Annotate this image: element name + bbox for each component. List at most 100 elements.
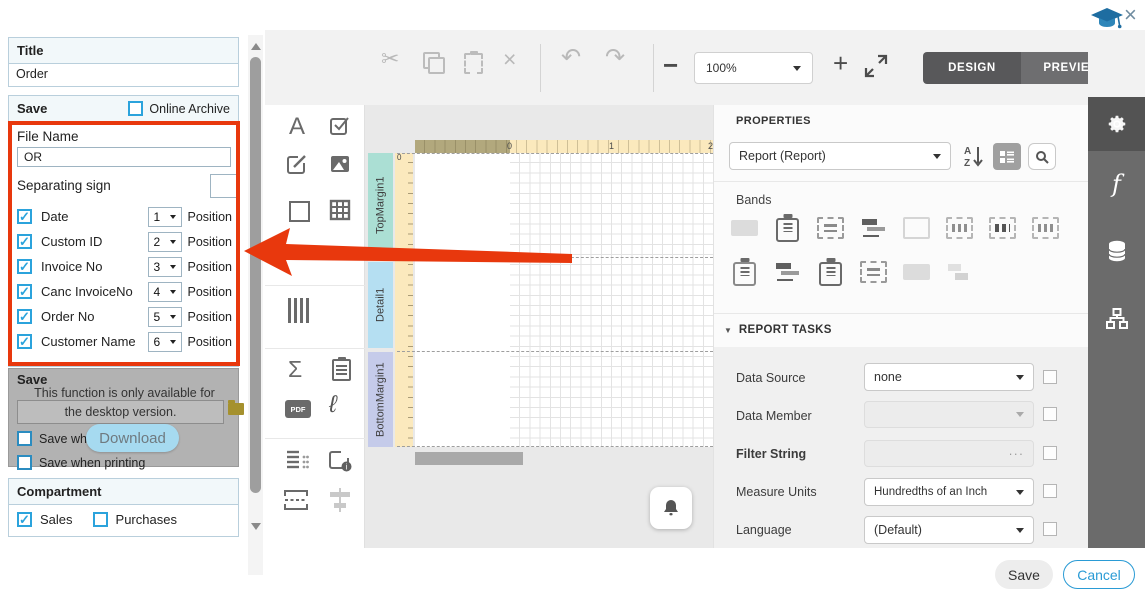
customer-name-checkbox[interactable]: ✓ <box>17 334 32 349</box>
measure-units-select[interactable]: Hundredths of an Inch <box>864 478 1034 506</box>
bell-icon <box>661 498 681 518</box>
order-no-position-select[interactable]: 5 <box>148 307 182 327</box>
cut-icon[interactable]: ✂ <box>381 48 399 70</box>
line-tool-icon[interactable] <box>293 245 311 248</box>
data-source-checkbox[interactable] <box>1043 370 1057 384</box>
sales-checkbox[interactable]: ✓ <box>17 512 32 527</box>
compartment-header: Compartment <box>9 479 238 505</box>
page-break-tool-icon[interactable] <box>283 488 309 512</box>
design-tab[interactable]: DESIGN <box>923 52 1021 84</box>
rail-tab-report-tree[interactable] <box>1088 285 1145 353</box>
fullscreen-icon[interactable] <box>863 53 889 79</box>
scrollbar-thumb[interactable] <box>250 57 261 493</box>
chevron-down-icon <box>170 240 176 244</box>
language-select[interactable]: (Default) <box>864 516 1034 544</box>
save-when-saving-checkbox[interactable]: ✓ <box>17 431 32 446</box>
custom-id-position-select[interactable]: 2 <box>148 232 182 252</box>
band-report-footer-icon[interactable] <box>731 261 758 283</box>
band-label-topmargin[interactable]: TopMargin1 <box>368 153 393 257</box>
rich-text-tool-icon[interactable] <box>286 153 308 175</box>
shape-tool-icon[interactable] <box>289 201 310 222</box>
info-panel-tool-icon[interactable]: i <box>328 448 352 472</box>
zoom-level-select[interactable]: 100% <box>694 52 813 84</box>
checkbox-tool-icon[interactable] <box>329 115 351 137</box>
band-label-detail[interactable]: Detail1 <box>368 262 393 348</box>
canvas-hscrollbar-thumb[interactable] <box>415 452 523 465</box>
band-column-footer-icon[interactable] <box>989 217 1016 239</box>
redo-icon[interactable]: ↷ <box>605 46 625 70</box>
notifications-button[interactable] <box>650 487 692 529</box>
customer-name-position-select[interactable]: 6 <box>148 332 182 352</box>
sidebar-scrollbar[interactable] <box>248 35 263 575</box>
order-no-checkbox[interactable]: ✓ <box>17 309 32 324</box>
invoice-no-checkbox[interactable]: ✓ <box>17 259 32 274</box>
canc-invoiceno-checkbox[interactable]: ✓ <box>17 284 32 299</box>
chevron-down-icon <box>1016 375 1024 380</box>
band-group-header-icon[interactable] <box>860 217 887 239</box>
category-view-button[interactable] <box>993 143 1021 170</box>
scroll-up-icon[interactable] <box>251 43 261 50</box>
report-tasks-header[interactable]: ▼ REPORT TASKS <box>724 324 832 336</box>
design-canvas[interactable]: 0 1 2 TopMargin1 Detail1 BottomMargin1 0 <box>365 105 713 548</box>
file-name-input[interactable]: OR <box>17 147 231 167</box>
date-position-select[interactable]: 1 <box>148 207 182 227</box>
ellipsis-button[interactable]: ··· <box>1009 447 1025 461</box>
data-member-checkbox[interactable] <box>1043 407 1057 421</box>
save-button[interactable]: Save <box>995 560 1053 589</box>
zoom-in-icon[interactable]: + <box>833 48 848 79</box>
search-icon <box>1035 150 1049 164</box>
band-page-header-icon[interactable] <box>774 217 801 239</box>
close-icon[interactable]: × <box>1124 2 1137 28</box>
sort-az-icon[interactable]: A Z <box>960 143 986 169</box>
image-tool-icon[interactable] <box>329 153 351 175</box>
purchases-checkbox[interactable]: ✓ <box>93 512 108 527</box>
invoice-no-position-select[interactable]: 3 <box>148 257 182 277</box>
canc-invoiceno-position-select[interactable]: 4 <box>148 282 182 302</box>
custom-id-checkbox[interactable]: ✓ <box>17 234 32 249</box>
undo-icon[interactable]: ↶ <box>561 46 581 70</box>
band-empty-band-icon[interactable] <box>860 261 887 283</box>
band-separator-2[interactable] <box>397 351 713 352</box>
text-tool-icon[interactable]: A <box>289 113 305 141</box>
pdf-tool-icon[interactable]: PDF <box>285 400 311 418</box>
search-properties-button[interactable] <box>1028 143 1056 170</box>
date-checkbox[interactable]: ✓ <box>17 209 32 224</box>
band-group-footer-icon[interactable] <box>946 217 973 239</box>
cancel-button[interactable]: Cancel <box>1063 560 1135 589</box>
clipboard-tool-icon[interactable] <box>332 359 351 381</box>
band-report-title-icon[interactable] <box>731 217 758 239</box>
filter-string-checkbox[interactable] <box>1043 446 1057 460</box>
separating-sign-input[interactable] <box>210 174 238 198</box>
language-checkbox[interactable] <box>1043 522 1057 536</box>
position-label: Position <box>188 260 232 274</box>
band-vertical-detail-icon <box>946 261 973 283</box>
right-rail: f <box>1088 97 1145 548</box>
data-source-select[interactable]: none <box>864 363 1034 391</box>
band-label-bottommargin[interactable]: BottomMargin1 <box>368 352 393 447</box>
delete-icon[interactable]: × <box>503 48 516 71</box>
sum-tool-icon[interactable]: Σ <box>288 356 302 383</box>
subreport-tool-icon[interactable] <box>285 449 309 471</box>
barcode-tool-icon[interactable] <box>288 298 310 323</box>
band-overlay-icon[interactable] <box>774 261 801 283</box>
download-button[interactable]: Download <box>86 424 179 452</box>
band-page-footer-icon[interactable] <box>1032 217 1059 239</box>
rail-tab-properties[interactable] <box>1088 97 1145 151</box>
toolbar-divider-2 <box>653 44 654 92</box>
band-sub-band-icon[interactable] <box>817 261 844 283</box>
rail-tab-dictionary[interactable] <box>1088 217 1145 285</box>
signature-tool-icon[interactable]: ℓ <box>329 391 337 419</box>
title-input[interactable]: Order <box>9 64 238 86</box>
band-column-header-icon[interactable] <box>817 217 844 239</box>
measure-units-checkbox[interactable] <box>1043 484 1057 498</box>
save-when-printing-checkbox[interactable]: ✓ <box>17 455 32 470</box>
table-tool-icon[interactable] <box>329 199 351 221</box>
rail-tab-functions[interactable]: f <box>1088 151 1145 217</box>
online-archive-checkbox[interactable]: ✓ <box>128 101 143 116</box>
scroll-down-icon[interactable] <box>251 523 261 530</box>
report-page[interactable] <box>415 153 713 447</box>
band-separator-1[interactable] <box>397 257 713 258</box>
paste-icon[interactable] <box>464 53 483 74</box>
zoom-out-icon[interactable]: − <box>663 50 678 81</box>
report-element-select[interactable]: Report (Report) <box>729 142 951 170</box>
